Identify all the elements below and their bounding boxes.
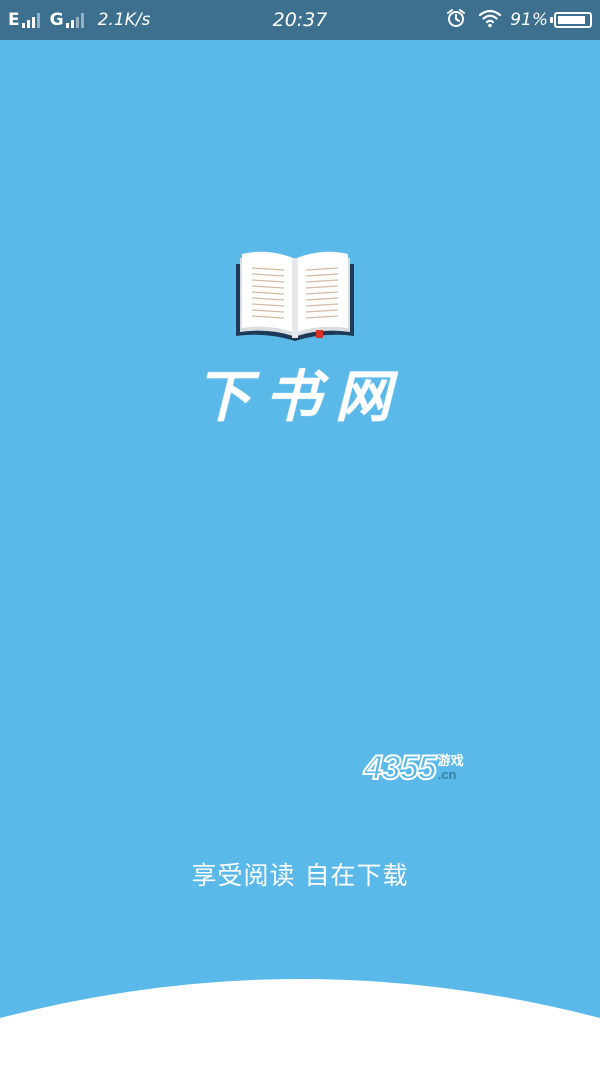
wifi-icon [478, 8, 502, 32]
signal-icon [65, 12, 84, 28]
network-speed: 2.1K/s [97, 10, 151, 30]
splash-screen: E G 2.1K/s 20:37 91% 下书网 4355 游戏 .cn 享受阅… [0, 0, 600, 1066]
status-bar-left: E G 2.1K/s [8, 0, 150, 40]
bottom-arc-decoration [0, 979, 600, 1066]
network-type-2: G [49, 10, 64, 30]
watermark-suffix: 游戏 .cn [438, 755, 464, 781]
slogan-text: 享受阅读 自在下载 [191, 861, 409, 890]
battery-percent: 91% [510, 10, 548, 30]
signal-icon [21, 12, 40, 28]
status-bar: E G 2.1K/s 20:37 91% [0, 0, 600, 40]
site-watermark: 4355 游戏 .cn [363, 748, 464, 788]
battery-icon [550, 12, 592, 28]
watermark-domain: .cn [437, 767, 457, 782]
network-type-1: E [8, 10, 20, 30]
status-bar-right: 91% [434, 0, 592, 40]
alarm-icon [446, 8, 466, 32]
watermark-number: 4355 [363, 749, 438, 787]
app-title: 下书网 [195, 364, 405, 430]
open-book-icon [230, 248, 360, 348]
